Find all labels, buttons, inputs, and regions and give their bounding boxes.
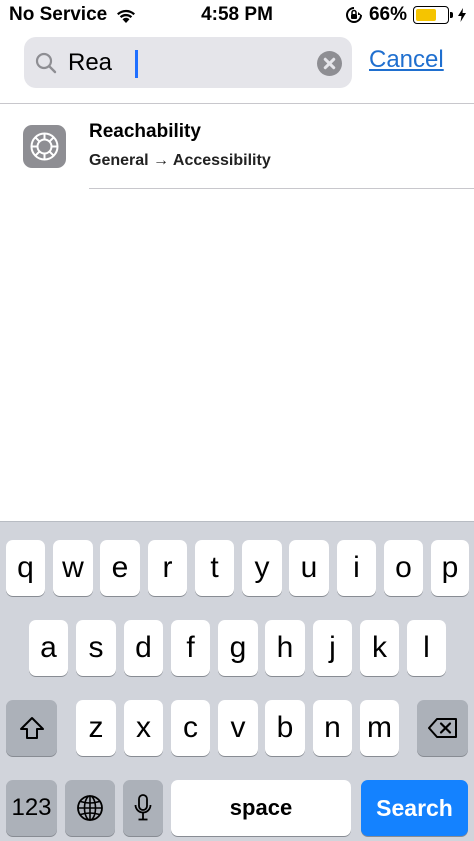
key-w[interactable]: w xyxy=(53,540,93,596)
status-right: 66% xyxy=(345,4,466,26)
list-item[interactable]: Reachability General → Accessibility xyxy=(0,105,474,189)
key-a[interactable]: a xyxy=(29,620,68,676)
settings-app-icon xyxy=(23,125,66,168)
delete-key[interactable] xyxy=(417,700,468,756)
space-key[interactable]: space xyxy=(171,780,351,836)
key-z[interactable]: z xyxy=(76,700,116,756)
search-icon xyxy=(35,52,57,74)
charging-bolt-icon xyxy=(458,8,466,22)
clear-text-icon[interactable] xyxy=(317,51,342,76)
key-u[interactable]: u xyxy=(289,540,329,596)
key-q[interactable]: q xyxy=(6,540,45,596)
key-d[interactable]: d xyxy=(124,620,163,676)
microphone-icon xyxy=(134,794,152,821)
key-p[interactable]: p xyxy=(431,540,469,596)
search-input[interactable] xyxy=(68,43,308,83)
battery-icon xyxy=(413,6,453,24)
shift-icon xyxy=(19,717,44,739)
backspace-icon xyxy=(427,718,457,738)
key-t[interactable]: t xyxy=(195,540,234,596)
status-bar: No Service 4:58 PM 66% xyxy=(0,0,474,30)
key-n[interactable]: n xyxy=(313,700,352,756)
numbers-key[interactable]: 123 xyxy=(6,780,57,836)
key-g[interactable]: g xyxy=(218,620,258,676)
key-b[interactable]: b xyxy=(265,700,305,756)
key-e[interactable]: e xyxy=(100,540,140,596)
key-v[interactable]: v xyxy=(218,700,258,756)
key-o[interactable]: o xyxy=(384,540,423,596)
key-r[interactable]: r xyxy=(148,540,187,596)
key-y[interactable]: y xyxy=(242,540,282,596)
globe-icon xyxy=(77,795,103,821)
key-i[interactable]: i xyxy=(337,540,376,596)
search-header: Cancel xyxy=(0,30,474,104)
text-caret xyxy=(135,50,138,78)
cancel-button[interactable]: Cancel xyxy=(369,46,444,74)
key-c[interactable]: c xyxy=(171,700,210,756)
key-h[interactable]: h xyxy=(265,620,305,676)
key-k[interactable]: k xyxy=(360,620,399,676)
result-subtitle: General → Accessibility xyxy=(89,152,271,169)
dictation-key[interactable] xyxy=(123,780,163,836)
key-f[interactable]: f xyxy=(171,620,210,676)
orientation-lock-icon xyxy=(345,7,362,23)
keyboard: q w e r t y u i o p a s d f g h j k l z … xyxy=(0,521,474,841)
shift-key[interactable] xyxy=(6,700,57,756)
key-s[interactable]: s xyxy=(76,620,116,676)
key-m[interactable]: m xyxy=(360,700,399,756)
search-key[interactable]: Search xyxy=(361,780,468,836)
result-title: Reachability xyxy=(89,121,201,142)
globe-key[interactable] xyxy=(65,780,115,836)
divider xyxy=(89,188,474,189)
key-x[interactable]: x xyxy=(124,700,163,756)
search-field[interactable] xyxy=(24,37,352,88)
gear-icon xyxy=(30,132,59,161)
battery-fill xyxy=(416,9,436,21)
key-j[interactable]: j xyxy=(313,620,352,676)
battery-percent: 66% xyxy=(368,4,407,25)
key-l[interactable]: l xyxy=(407,620,446,676)
